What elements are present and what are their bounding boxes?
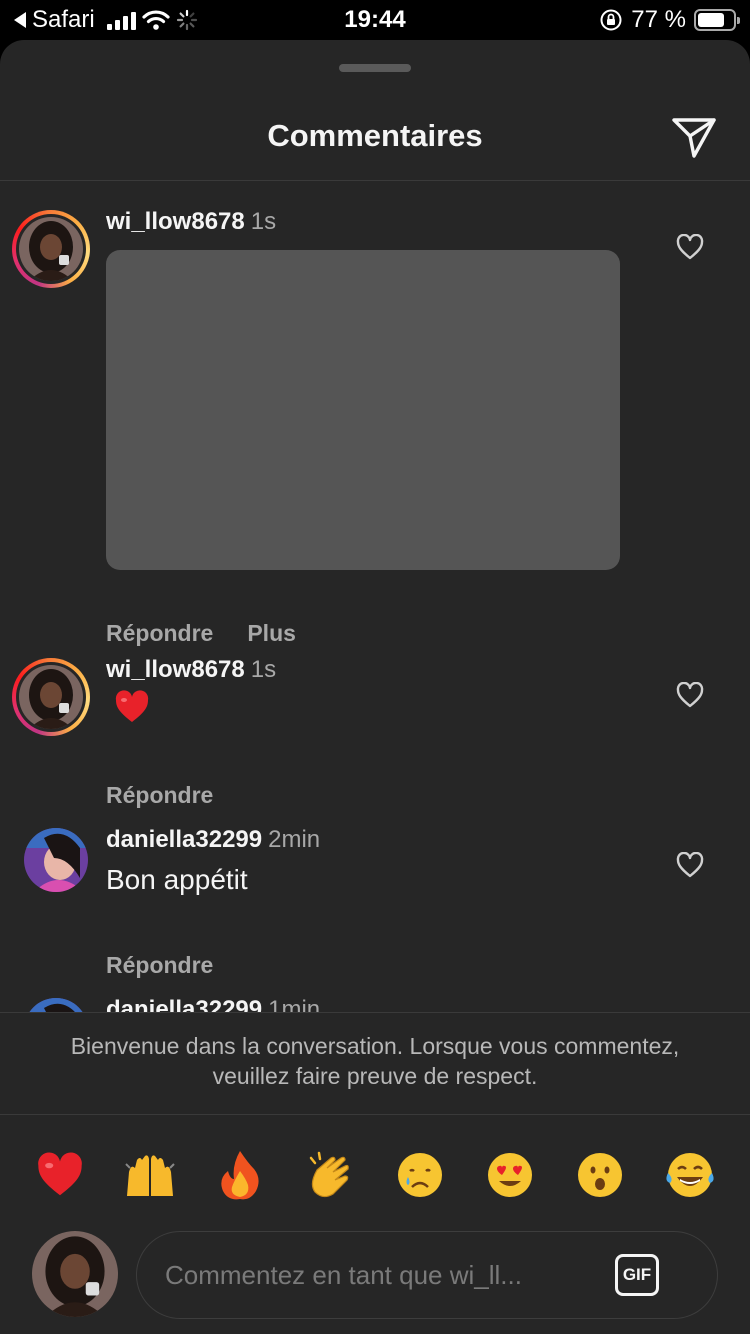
comment-actions: Répondre xyxy=(106,952,213,979)
avatar-story-ring[interactable] xyxy=(12,210,90,288)
sheet-title: Commentaires xyxy=(267,118,483,153)
comment-header: wi_llow8678 1s xyxy=(106,656,276,684)
emoji-crying-face[interactable] xyxy=(390,1145,450,1205)
comment-input[interactable] xyxy=(163,1232,603,1318)
emoji-red-heart[interactable] xyxy=(30,1145,90,1205)
welcome-message: Bienvenue dans la conversation. Lorsque … xyxy=(70,1033,680,1089)
battery-icon xyxy=(694,9,740,31)
comment-actions: Répondre Plus xyxy=(106,620,296,647)
emoji-raising-hands[interactable] xyxy=(120,1145,180,1205)
status-bar: Safari 19:44 77 % xyxy=(0,0,750,40)
comment-username[interactable]: wi_llow8678 xyxy=(106,208,245,235)
comment-actions: Répondre xyxy=(106,782,213,809)
sheet-header: Commentaires xyxy=(0,100,750,180)
reply-button[interactable]: Répondre xyxy=(106,782,213,809)
more-button[interactable]: Plus xyxy=(247,620,296,647)
share-send-icon[interactable] xyxy=(670,112,718,160)
comment-time: 2min xyxy=(268,826,321,853)
emoji-surprised-face[interactable] xyxy=(570,1145,630,1205)
like-heart-icon[interactable] xyxy=(676,234,704,260)
comment-composer: GIF xyxy=(136,1231,718,1319)
current-user-avatar xyxy=(32,1231,118,1317)
comment-text: ❤️ xyxy=(106,690,150,731)
comment-time: 1s xyxy=(250,208,277,235)
comments-sheet: Commentaires wi_llow8678 1s Répondre Plu… xyxy=(0,40,750,1334)
comment-text: Bon appétit xyxy=(106,864,248,895)
status-right: 77 % xyxy=(599,6,740,34)
emoji-tears-of-joy[interactable] xyxy=(660,1145,720,1205)
like-heart-icon[interactable] xyxy=(676,682,704,708)
orientation-lock-icon xyxy=(600,9,622,31)
comment-header: daniella32299 2min xyxy=(106,826,320,854)
comment-header: wi_llow8678 1s xyxy=(106,208,276,236)
comment-time: 1s xyxy=(250,656,277,683)
avatar xyxy=(19,217,83,281)
quick-emoji-bar xyxy=(30,1145,720,1205)
comment-username[interactable]: daniella32299 xyxy=(106,826,262,853)
reply-button[interactable]: Répondre xyxy=(106,620,213,647)
divider xyxy=(0,1114,750,1115)
red-heart-emoji xyxy=(115,690,148,722)
header-divider xyxy=(0,180,750,181)
sheet-grabber[interactable] xyxy=(339,64,411,72)
like-heart-icon[interactable] xyxy=(676,852,704,878)
composer-area: Bienvenue dans la conversation. Lorsque … xyxy=(0,1012,750,1334)
comment-username[interactable]: wi_llow8678 xyxy=(106,656,245,683)
emoji-heart-eyes[interactable] xyxy=(480,1145,540,1205)
comment-media[interactable] xyxy=(106,250,620,570)
avatar-story-ring[interactable] xyxy=(12,658,90,736)
emoji-fire[interactable] xyxy=(210,1145,270,1205)
battery-percentage: 77 % xyxy=(631,6,686,33)
avatar[interactable] xyxy=(24,828,88,892)
reply-button[interactable]: Répondre xyxy=(106,952,213,979)
gif-button[interactable]: GIF xyxy=(615,1254,659,1296)
emoji-clapping-hands[interactable] xyxy=(300,1145,360,1205)
avatar xyxy=(19,665,83,729)
